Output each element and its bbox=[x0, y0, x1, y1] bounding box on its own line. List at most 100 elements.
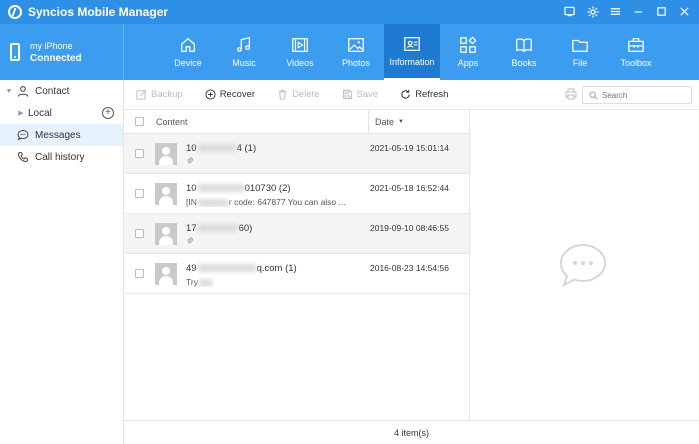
video-icon bbox=[292, 38, 308, 52]
photo-icon bbox=[348, 38, 364, 52]
redacted bbox=[198, 278, 213, 287]
column-content[interactable]: Content bbox=[156, 117, 188, 127]
message-row[interactable]: 17 60) 2019-09-10 08:46:55 bbox=[124, 214, 469, 254]
tab-toolbox[interactable]: Toolbox bbox=[608, 24, 664, 80]
item-count: 4 item(s) bbox=[393, 427, 429, 438]
thread-date: 2021-05-19 15:01:14 bbox=[370, 143, 449, 153]
search-input[interactable] bbox=[602, 90, 687, 100]
device-panel[interactable]: my iPhone Connected bbox=[0, 24, 124, 80]
close-icon[interactable] bbox=[676, 3, 693, 20]
thread-preview: Try bbox=[186, 277, 214, 287]
recover-button[interactable]: Recover bbox=[205, 89, 255, 100]
title-bar: Syncios Mobile Manager bbox=[0, 0, 699, 24]
avatar bbox=[155, 183, 177, 205]
syncios-logo-icon bbox=[8, 5, 22, 19]
list-header: Content Date ▼ bbox=[124, 110, 469, 134]
avatar bbox=[155, 263, 177, 285]
phone-call-icon bbox=[17, 151, 29, 163]
sidebar-item-call-history[interactable]: Call history bbox=[0, 146, 123, 168]
plus-circle-icon bbox=[205, 89, 216, 100]
person-icon bbox=[17, 86, 29, 97]
status-bar: 4 item(s) bbox=[124, 420, 699, 444]
redacted bbox=[197, 144, 236, 153]
thread-title: 49 q.com (1) bbox=[186, 263, 297, 274]
tab-information[interactable]: Information bbox=[384, 24, 440, 80]
redacted bbox=[197, 264, 256, 273]
caret-down-icon: ▼ bbox=[5, 87, 13, 95]
save-icon bbox=[342, 89, 352, 100]
sidebar: ▼ Contact ▶ Local + Messages Call histor… bbox=[0, 80, 124, 444]
attachment-icon bbox=[187, 157, 193, 164]
feedback-icon[interactable] bbox=[561, 3, 578, 20]
tab-videos[interactable]: Videos bbox=[272, 24, 328, 80]
thread-title: 17 60) bbox=[186, 223, 253, 234]
nav-tabs: Device Music Videos Photos Information A… bbox=[160, 24, 664, 80]
thread-title: 10 010730 (2) bbox=[186, 183, 291, 194]
music-icon bbox=[237, 37, 251, 52]
message-bubble-icon bbox=[17, 129, 29, 141]
row-checkbox[interactable] bbox=[135, 229, 144, 238]
tab-music[interactable]: Music bbox=[216, 24, 272, 80]
search-box[interactable] bbox=[582, 86, 692, 104]
refresh-button[interactable]: Refresh bbox=[400, 89, 448, 100]
thread-date: 2016-08-23 14:54:56 bbox=[370, 263, 449, 273]
backup-icon bbox=[136, 90, 146, 100]
main-nav: my iPhone Connected Device Music Videos … bbox=[0, 24, 699, 80]
thread-title: 10 4 (1) bbox=[186, 143, 257, 154]
window-controls bbox=[561, 3, 693, 20]
app-title: Syncios Mobile Manager bbox=[28, 5, 169, 19]
minimize-icon[interactable] bbox=[630, 3, 647, 20]
avatar bbox=[155, 143, 177, 165]
message-row[interactable]: 49 q.com (1) Try 2016-08-23 14:54:56 bbox=[124, 254, 469, 294]
printer-icon[interactable] bbox=[565, 88, 577, 100]
delete-button[interactable]: Delete bbox=[277, 89, 320, 100]
tab-file[interactable]: File bbox=[552, 24, 608, 80]
apps-icon bbox=[460, 36, 477, 53]
toolbox-icon bbox=[628, 38, 644, 52]
tab-books[interactable]: Books bbox=[496, 24, 552, 80]
empty-chat-bubble-icon bbox=[559, 243, 607, 288]
redacted bbox=[197, 198, 228, 207]
message-list: Content Date ▼ 10 4 (1) 2021-05-19 15:01:… bbox=[124, 110, 469, 420]
thread-date: 2019-09-10 08:46:55 bbox=[370, 223, 449, 233]
tab-photos[interactable]: Photos bbox=[328, 24, 384, 80]
tab-apps[interactable]: Apps bbox=[440, 24, 496, 80]
select-all-checkbox[interactable] bbox=[135, 117, 144, 126]
contact-card-icon bbox=[404, 37, 420, 51]
thread-preview bbox=[186, 157, 194, 167]
row-checkbox[interactable] bbox=[135, 149, 144, 158]
save-button[interactable]: Save bbox=[342, 89, 378, 100]
row-checkbox[interactable] bbox=[135, 269, 144, 278]
home-icon bbox=[181, 37, 195, 52]
thread-preview bbox=[186, 237, 194, 247]
column-date[interactable]: Date ▼ bbox=[368, 110, 404, 134]
redacted bbox=[197, 184, 244, 193]
trash-icon bbox=[278, 89, 287, 100]
book-icon bbox=[516, 38, 532, 53]
row-checkbox[interactable] bbox=[135, 189, 144, 198]
maximize-icon[interactable] bbox=[653, 3, 670, 20]
thread-preview: [IN r code: 647877 You can also ... bbox=[186, 197, 346, 207]
message-row[interactable]: 10 4 (1) 2021-05-19 15:01:14 bbox=[124, 134, 469, 174]
device-status: Connected bbox=[30, 52, 82, 64]
message-row[interactable]: 10 010730 (2) [IN r code: 647877 You can a… bbox=[124, 174, 469, 214]
device-name: my iPhone bbox=[30, 40, 73, 51]
attachment-icon bbox=[187, 237, 193, 244]
gear-icon[interactable] bbox=[584, 3, 601, 20]
thread-date: 2021-05-18 16:52:44 bbox=[370, 183, 449, 193]
menu-icon[interactable] bbox=[607, 3, 624, 20]
sidebar-item-messages[interactable]: Messages bbox=[0, 124, 123, 146]
phone-icon bbox=[10, 43, 20, 61]
sidebar-item-contact[interactable]: ▼ Contact bbox=[0, 80, 123, 102]
tab-device[interactable]: Device bbox=[160, 24, 216, 80]
toolbar: Backup Recover Delete Save Refresh bbox=[124, 80, 699, 110]
folder-icon bbox=[572, 39, 588, 52]
sort-down-icon: ▼ bbox=[398, 119, 404, 125]
caret-right-icon: ▶ bbox=[18, 110, 24, 117]
sidebar-item-local[interactable]: ▶ Local + bbox=[0, 102, 123, 124]
backup-button[interactable]: Backup bbox=[136, 89, 183, 100]
message-detail-panel bbox=[469, 110, 699, 420]
avatar bbox=[155, 223, 177, 245]
search-icon bbox=[589, 90, 598, 100]
add-icon[interactable]: + bbox=[102, 107, 114, 119]
